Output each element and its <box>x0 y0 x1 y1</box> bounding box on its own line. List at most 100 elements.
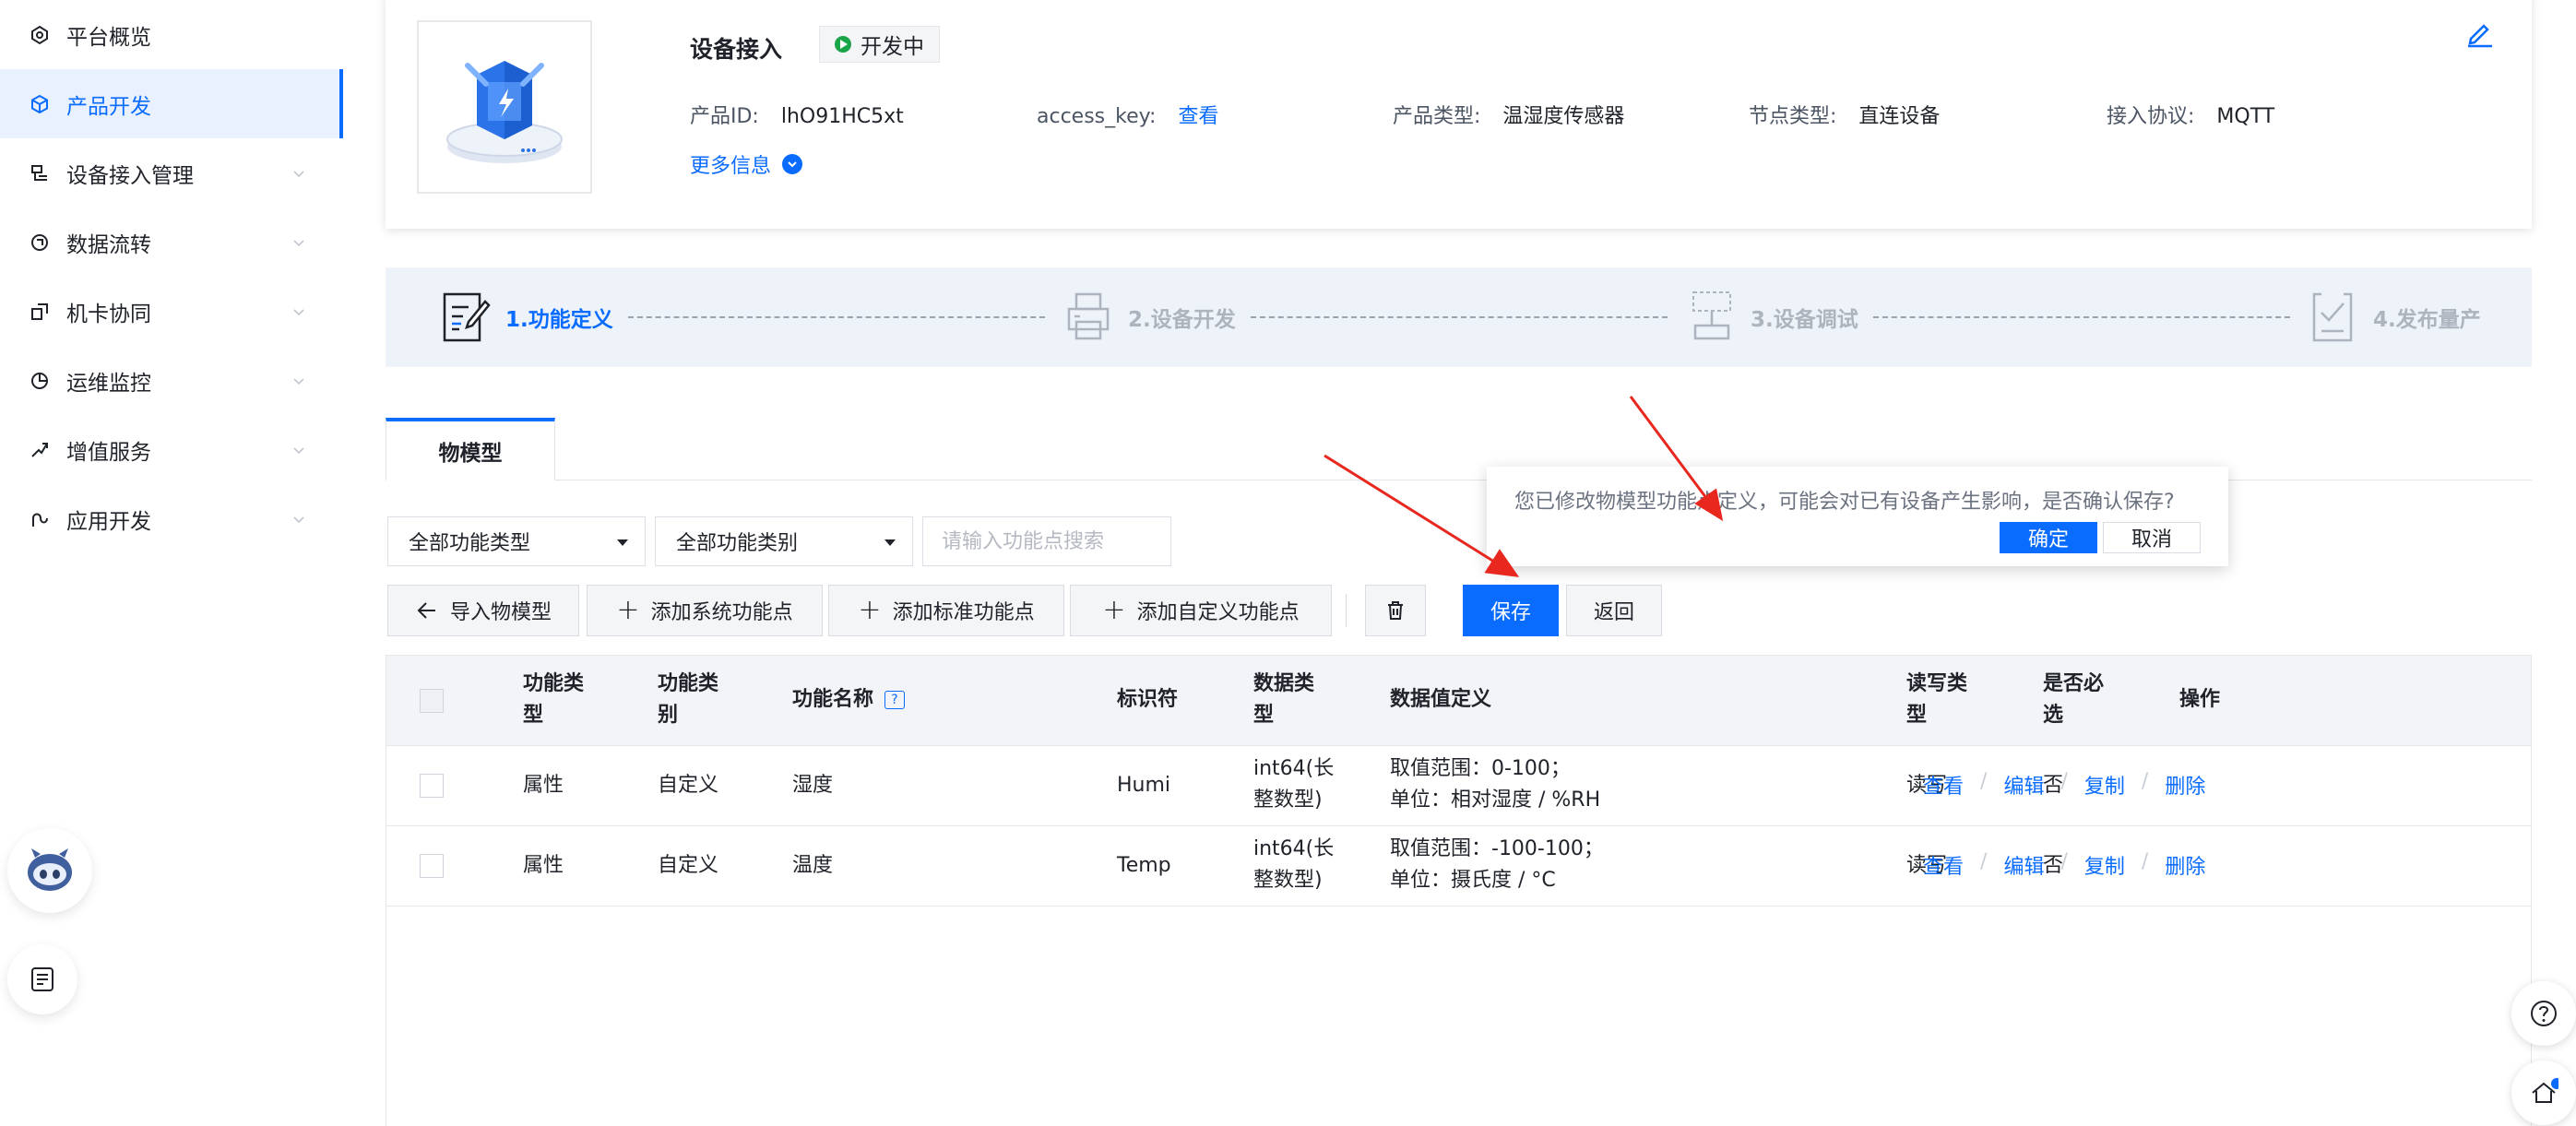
more-info-link[interactable]: 更多信息 <box>690 149 803 179</box>
edit-link[interactable]: 编辑 <box>2003 770 2044 800</box>
add-custom-label: 添加自定义功能点 <box>1136 601 1300 624</box>
protocol-label: 接入协议: <box>2107 105 2195 128</box>
view-link[interactable]: 查看 <box>1923 770 1964 800</box>
flow-icon <box>28 231 52 255</box>
sidebar-item-label: 数据流转 <box>66 232 151 257</box>
step-label: 4.发布量产 <box>2373 308 2481 332</box>
step-connector <box>1873 316 2290 318</box>
select-all-checkbox[interactable] <box>420 689 444 713</box>
product-card: 设备接入 开发中 产品ID: lhO91HC5xt access_key: 查看 产… <box>386 0 2532 229</box>
overview-icon <box>28 23 52 47</box>
app-icon <box>28 507 52 531</box>
step-device-development[interactable]: 2.设备开发 <box>1063 267 1236 367</box>
delete-link[interactable]: 删除 <box>2165 850 2205 880</box>
network-node-icon <box>1692 291 1731 340</box>
play-status-icon <box>835 36 851 53</box>
back-button[interactable]: 返回 <box>1566 585 1662 636</box>
sidebar-item-overview[interactable]: 平台概览 <box>0 0 343 69</box>
device-icon <box>28 161 52 185</box>
add-system-function-button[interactable]: + 添加系统功能点 <box>587 585 823 636</box>
sidebar-item-label: 运维监控 <box>66 371 151 396</box>
sidebar-item-card-sync[interactable]: 机卡协同 <box>0 277 343 346</box>
product-type-label: 产品类型: <box>1393 105 1481 128</box>
service-home-icon <box>2532 1078 2558 1103</box>
copy-link[interactable]: 复制 <box>2084 770 2125 800</box>
table-row: 属性 自定义 温度 Temp int64(长 整数型) 取值范围：-100-100… <box>386 826 2531 907</box>
confirm-cancel-button[interactable]: 取消 <box>2103 522 2201 553</box>
monitor-icon <box>28 369 52 393</box>
link-icon <box>28 300 52 324</box>
cell-identifier: Humi <box>1117 774 1171 797</box>
step-function-definition[interactable]: 1.功能定义 <box>441 267 613 367</box>
sidebar-item-product-dev[interactable]: 产品开发 <box>0 69 343 138</box>
save-button[interactable]: 保存 <box>1463 585 1559 636</box>
view-link[interactable]: 查看 <box>1923 850 1964 880</box>
sidebar-item-device-access[interactable]: 设备接入管理 <box>0 138 343 207</box>
header-category: 功能类别 <box>658 672 719 727</box>
function-type-select[interactable]: 全部功能类型 <box>387 516 646 566</box>
delete-link[interactable]: 删除 <box>2165 770 2205 800</box>
status-text: 开发中 <box>861 35 924 59</box>
service-icon <box>28 438 52 462</box>
cell-identifier: Temp <box>1117 854 1171 877</box>
access-key-field: access_key: 查看 <box>1037 100 1218 129</box>
cell-category: 自定义 <box>658 774 719 797</box>
robot-icon <box>28 848 72 891</box>
help-icon[interactable]: ? <box>884 691 906 709</box>
save-confirm-popover: 您已修改物模型功能点定义，可能会对已有设备产生影响，是否确认保存? 确定 取消 <box>1487 467 2228 566</box>
row-checkbox[interactable] <box>420 854 444 878</box>
cell-definition: 取值范围：0-100； 单位：相对湿度 / %RH <box>1390 757 1601 812</box>
chevron-down-icon <box>293 516 304 524</box>
function-type-value: 全部功能类型 <box>409 532 531 555</box>
help-button[interactable] <box>2511 981 2576 1046</box>
checklist-icon <box>2312 292 2353 342</box>
cell-data-type: int64(长 整数型) <box>1253 837 1335 892</box>
customer-service-button[interactable] <box>2511 1061 2576 1125</box>
product-id-label: 产品ID: <box>690 105 759 128</box>
chevron-down-icon <box>293 378 304 385</box>
add-custom-function-button[interactable]: + 添加自定义功能点 <box>1070 585 1332 636</box>
function-category-select[interactable]: 全部功能类别 <box>655 516 913 566</box>
tab-thing-model[interactable]: 物模型 <box>386 418 555 480</box>
plus-icon: + <box>858 594 882 626</box>
import-model-button[interactable]: 导入物模型 <box>387 585 579 636</box>
caret-down-icon <box>617 539 628 546</box>
caret-down-icon <box>884 539 896 546</box>
delete-button[interactable] <box>1365 585 1426 636</box>
access-key-view-link[interactable]: 查看 <box>1178 105 1218 128</box>
edit-icon[interactable] <box>2463 17 2497 50</box>
cell-definition: 取值范围：-100-100； 单位：摄氏度 / °C <box>1390 837 1604 892</box>
ai-assistant-button[interactable] <box>7 828 92 913</box>
more-info-text: 更多信息 <box>690 155 772 178</box>
trash-icon <box>1388 601 1403 620</box>
printer-icon <box>1067 292 1110 340</box>
add-standard-function-button[interactable]: + 添加标准功能点 <box>828 585 1064 636</box>
node-type-label: 节点类型: <box>1749 105 1837 128</box>
cell-category: 自定义 <box>658 854 719 877</box>
copy-link[interactable]: 复制 <box>2084 850 2125 880</box>
product-id-value: lhO91HC5xt <box>780 105 904 128</box>
step-progress: 1.功能定义 2.设备开发 3.设备调试 4.发布量产 <box>386 267 2532 367</box>
step-release[interactable]: 4.发布量产 <box>2309 267 2481 367</box>
edit-link[interactable]: 编辑 <box>2003 850 2044 880</box>
row-actions: 查看 / 编辑 / 复制 / 删除 <box>1923 850 2206 880</box>
header-identifier: 标识符 <box>1117 688 1179 711</box>
step-connector <box>628 316 1045 318</box>
notes-button[interactable] <box>7 944 77 1014</box>
import-label: 导入物模型 <box>449 601 552 624</box>
sidebar-item-app-dev[interactable]: 应用开发 <box>0 484 343 553</box>
status-badge: 开发中 <box>819 26 940 63</box>
function-category-value: 全部功能类别 <box>676 532 799 555</box>
chevron-down-icon <box>293 240 304 247</box>
sidebar-item-value-service[interactable]: 增值服务 <box>0 415 343 484</box>
row-checkbox[interactable] <box>420 774 444 798</box>
step-device-debug[interactable]: 3.设备调试 <box>1686 267 1858 367</box>
row-actions: 查看 / 编辑 / 复制 / 删除 <box>1923 770 2206 800</box>
step-label: 2.设备开发 <box>1128 308 1236 332</box>
chevron-down-icon <box>782 154 803 174</box>
product-image <box>417 20 592 194</box>
function-search-input[interactable] <box>922 516 1171 566</box>
sidebar-item-ops-monitor[interactable]: 运维监控 <box>0 346 343 415</box>
confirm-ok-button[interactable]: 确定 <box>2000 522 2097 553</box>
sidebar-item-data-flow[interactable]: 数据流转 <box>0 207 343 277</box>
